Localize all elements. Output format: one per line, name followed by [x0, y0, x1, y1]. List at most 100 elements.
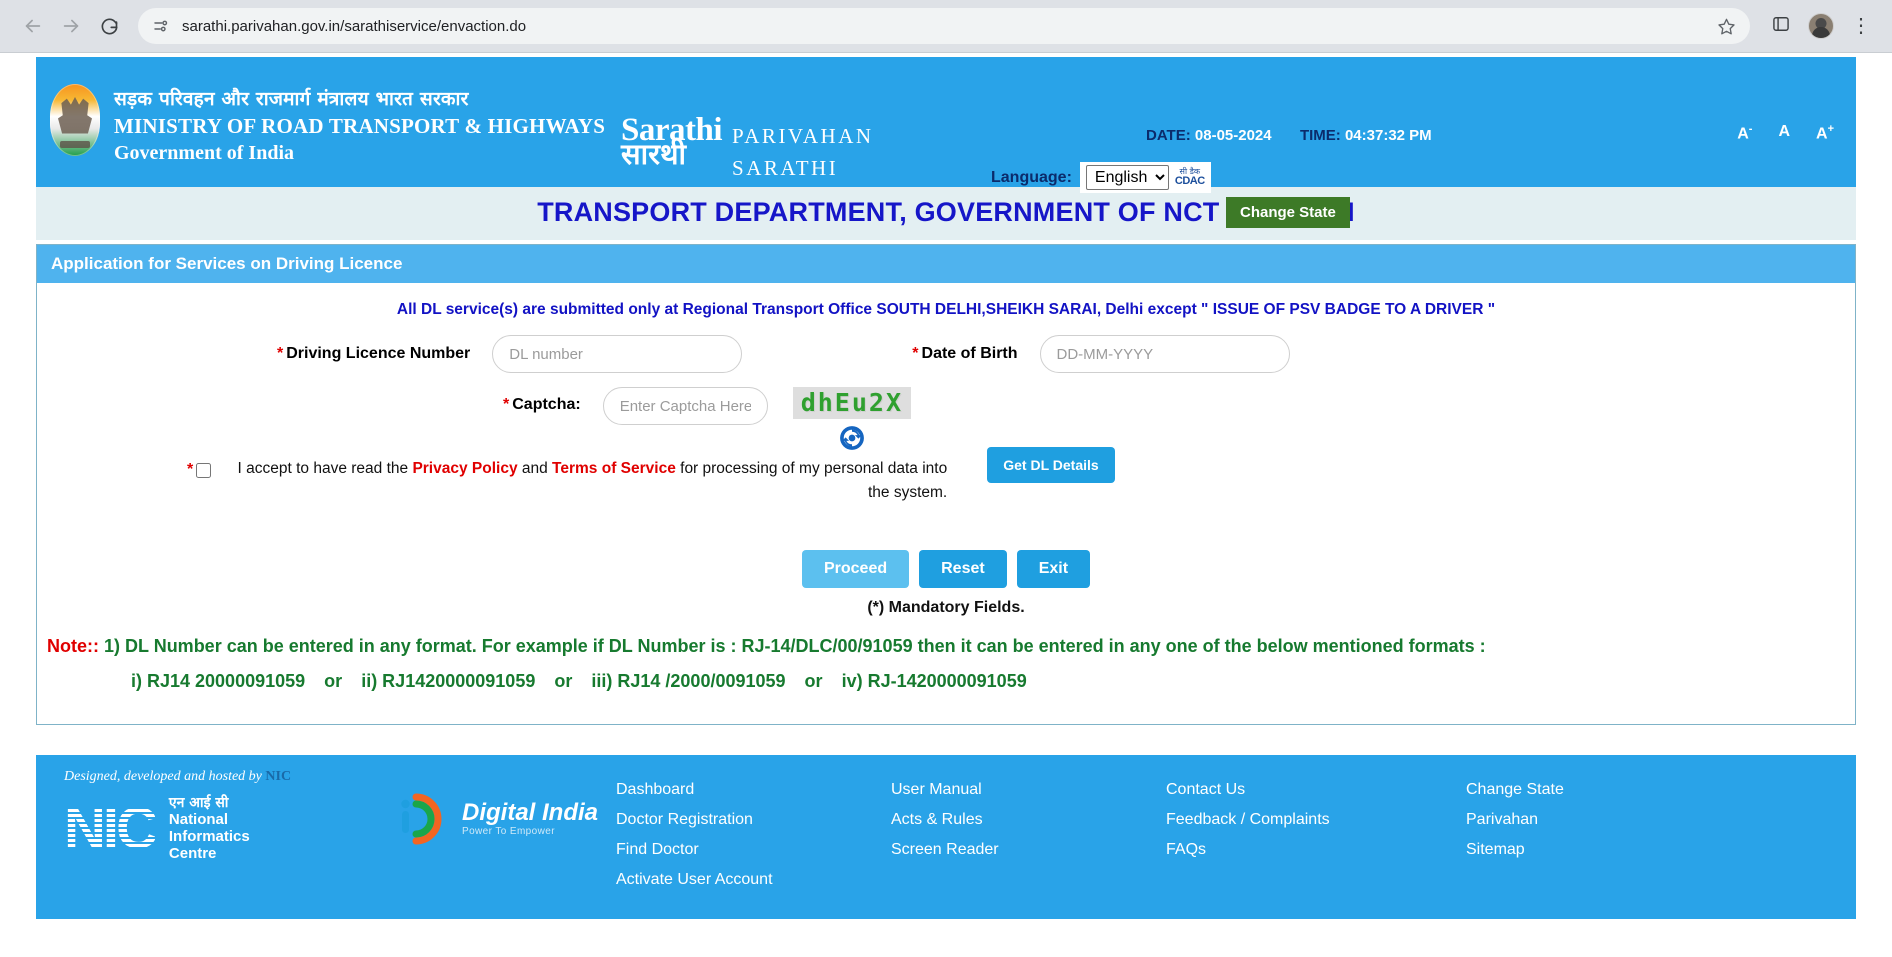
- reset-button[interactable]: Reset: [919, 549, 1007, 588]
- cdac-latin-label: CDAC: [1174, 175, 1205, 187]
- ministry-name-hindi: सड़क परिवहन और राजमार्ग मंत्रालय भारत सर…: [114, 88, 469, 110]
- consent-row: * I accept to have read the Privacy Poli…: [37, 447, 1855, 504]
- site-settings-icon[interactable]: [152, 17, 170, 35]
- dl-format-examples: i) RJ14 20000091059 or ii) RJ14200000910…: [37, 665, 1855, 706]
- digital-india-wordmark: Digital India Power To Empower: [462, 800, 598, 838]
- dl-dob-row: *Driving Licence Number *Date of Birth: [37, 335, 1855, 373]
- footer-column-4: Change State Parivahan Sitemap: [1466, 775, 1741, 895]
- footer-link-parivahan[interactable]: Parivahan: [1466, 805, 1741, 835]
- footer-link-contact-us[interactable]: Contact Us: [1166, 775, 1466, 805]
- language-label: Language:: [991, 168, 1072, 186]
- footer-link-feedback-complaints[interactable]: Feedback / Complaints: [1166, 805, 1466, 835]
- forward-arrow-icon: [60, 15, 82, 37]
- footer-link-acts-rules[interactable]: Acts & Rules: [891, 805, 1166, 835]
- profile-avatar-icon: [1808, 13, 1834, 39]
- captcha-label: * Captcha:: [503, 396, 581, 413]
- site-footer: Designed, developed and hosted by NIC NI…: [36, 754, 1856, 919]
- get-dl-details-button[interactable]: Get DL Details: [987, 447, 1115, 484]
- dob-field-group: * Date of Birth: [912, 335, 1290, 373]
- nic-line-3: Centre: [168, 845, 217, 863]
- reload-button[interactable]: [90, 7, 128, 45]
- panel-body: All DL service(s) are submitted only at …: [37, 283, 1855, 724]
- digital-india-icon: [396, 793, 454, 845]
- digital-india-title: Digital India: [462, 799, 599, 826]
- sarathi-logo: Sarathi सारथी PARIVAHAN SARATHI: [621, 113, 874, 184]
- privacy-policy-link[interactable]: Privacy Policy: [412, 460, 517, 477]
- ministry-name-block: सड़क परिवहन और राजमार्ग मंत्रालय भारत सर…: [100, 73, 605, 167]
- address-bar-url: sarathi.parivahan.gov.in/sarathiservice/…: [182, 17, 527, 35]
- dl-label: * Driving Licence Number: [277, 345, 471, 362]
- font-decrease-button[interactable]: A-: [1737, 123, 1752, 143]
- format-example-1: i) RJ14 20000091059: [131, 670, 306, 691]
- cdac-logo: सी डैक CDAC: [1175, 168, 1205, 187]
- proceed-button[interactable]: Proceed: [801, 549, 910, 588]
- profile-button[interactable]: [1804, 9, 1838, 43]
- hosted-by-text: Designed, developed and hosted by NIC: [64, 769, 506, 785]
- date-value: 08-05-2024: [1194, 127, 1272, 144]
- department-title: TRANSPORT DEPARTMENT, GOVERNMENT OF NCT …: [36, 187, 1856, 240]
- note-text: 1) DL Number can be entered in any forma…: [104, 635, 1486, 656]
- sarathi-logo-words: PARIVAHAN SARATHI: [732, 115, 874, 184]
- footer-link-dashboard[interactable]: Dashboard: [616, 775, 891, 805]
- page-content: सड़क परिवहन और राजमार्ग मंत्रालय भारत सर…: [0, 53, 1892, 957]
- address-bar[interactable]: sarathi.parivahan.gov.in/sarathiservice/…: [138, 8, 1750, 44]
- format-or-3: or: [804, 670, 823, 691]
- footer-link-faqs[interactable]: FAQs: [1166, 835, 1466, 865]
- format-example-3: iii) RJ14 /2000/0091059: [591, 670, 786, 691]
- font-increase-button[interactable]: A+: [1816, 123, 1834, 143]
- sarathi-label: SARATHI: [732, 155, 839, 180]
- exit-button[interactable]: Exit: [1016, 549, 1091, 588]
- required-star: *: [187, 461, 194, 479]
- action-buttons-row: Proceed Reset Exit: [37, 549, 1855, 588]
- hosted-by-nic-label: NIC: [265, 768, 292, 784]
- captcha-image-group: dhEu2X: [792, 387, 911, 451]
- dob-label: * Date of Birth: [912, 345, 1018, 362]
- forward-button[interactable]: [52, 7, 90, 45]
- time-value: 04:37:32 PM: [1344, 127, 1432, 144]
- consent-text-mid: and: [517, 460, 553, 478]
- font-size-controls: A- A A+: [1737, 123, 1834, 143]
- back-button[interactable]: [14, 7, 52, 45]
- footer-link-screen-reader[interactable]: Screen Reader: [891, 835, 1166, 865]
- captcha-image: dhEu2X: [792, 387, 911, 420]
- footer-link-sitemap[interactable]: Sitemap: [1466, 835, 1741, 865]
- panel-title: Application for Services on Driving Lice…: [37, 245, 1855, 283]
- note-label: Note::: [47, 635, 99, 656]
- captcha-input[interactable]: [602, 387, 768, 425]
- consent-checkbox[interactable]: [196, 463, 212, 479]
- footer-link-find-doctor[interactable]: Find Doctor: [616, 835, 891, 865]
- dob-input[interactable]: [1039, 335, 1290, 373]
- footer-link-doctor-registration[interactable]: Doctor Registration: [616, 805, 891, 835]
- extensions-button[interactable]: [1764, 9, 1798, 43]
- application-panel: Application for Services on Driving Lice…: [36, 244, 1856, 725]
- kebab-menu-icon: ⋮: [1851, 15, 1871, 37]
- footer-column-3: Contact Us Feedback / Complaints FAQs: [1166, 775, 1466, 895]
- digital-india-logo: Digital India Power To Empower: [396, 793, 598, 845]
- nic-logo-letters: NIC: [64, 796, 158, 862]
- language-box: English सी डैक CDAC: [1079, 162, 1211, 193]
- format-or-1: or: [324, 670, 343, 691]
- dl-number-input[interactable]: [492, 335, 743, 373]
- footer-link-activate-user-account[interactable]: Activate User Account: [616, 865, 891, 895]
- footer-link-change-state[interactable]: Change State: [1466, 775, 1741, 805]
- required-star: *: [277, 345, 284, 362]
- refresh-captcha-icon[interactable]: [839, 425, 865, 451]
- language-select[interactable]: English: [1085, 165, 1169, 190]
- font-normal-button[interactable]: A: [1778, 123, 1790, 143]
- site-header: सड़क परिवहन और राजमार्ग मंत्रालय भारत सर…: [36, 57, 1856, 228]
- footer-link-user-manual[interactable]: User Manual: [891, 775, 1166, 805]
- mandatory-fields-note: (*) Mandatory Fields.: [37, 599, 1855, 617]
- service-notice: All DL service(s) are submitted only at …: [396, 301, 1496, 318]
- consent-text-pre: I accept to have read the: [237, 460, 413, 478]
- star-icon[interactable]: [1707, 17, 1736, 36]
- time-label: TIME:: [1299, 127, 1341, 144]
- parivahan-label: PARIVAHAN: [732, 124, 874, 148]
- government-of-india-label: Government of India: [114, 142, 294, 165]
- national-emblem-block: सड़क परिवहन और राजमार्ग मंत्रालय भारत सर…: [36, 57, 605, 167]
- date-time-display: DATE: 08-05-2024 TIME: 04:37:32 PM: [1146, 127, 1432, 144]
- terms-of-service-link[interactable]: Terms of Service: [552, 460, 676, 477]
- chrome-menu-button[interactable]: ⋮: [1844, 9, 1878, 43]
- format-example-2: ii) RJ1420000091059: [361, 670, 536, 691]
- date-label: DATE:: [1146, 127, 1191, 144]
- change-state-button[interactable]: Change State: [1226, 197, 1350, 228]
